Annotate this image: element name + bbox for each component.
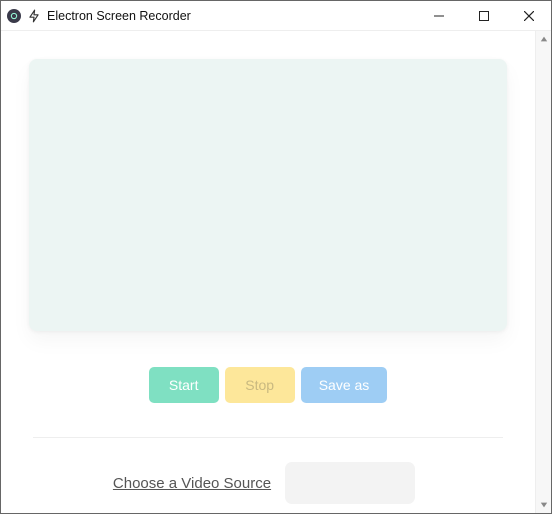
controls-row: Start Stop Save as <box>149 367 388 403</box>
save-as-button[interactable]: Save as <box>301 367 388 403</box>
close-button[interactable] <box>506 1 551 30</box>
divider <box>33 437 503 438</box>
stop-button[interactable]: Stop <box>225 367 295 403</box>
minimize-button[interactable] <box>416 1 461 30</box>
main-content: Start Stop Save as Choose a Video Source <box>1 31 535 513</box>
choose-source-button[interactable] <box>285 462 415 504</box>
source-row: Choose a Video Source <box>29 462 507 504</box>
scrollbar[interactable] <box>535 31 551 513</box>
bolt-icon <box>27 9 41 23</box>
choose-source-label: Choose a Video Source <box>113 475 271 492</box>
maximize-button[interactable] <box>461 1 506 30</box>
scroll-down-icon[interactable] <box>536 497 551 513</box>
scroll-up-icon[interactable] <box>536 31 551 47</box>
window-title: Electron Screen Recorder <box>47 9 416 23</box>
video-preview <box>29 59 507 331</box>
start-button[interactable]: Start <box>149 367 219 403</box>
window-controls <box>416 1 551 30</box>
titlebar: Electron Screen Recorder <box>1 1 551 31</box>
app-icon <box>7 9 21 23</box>
